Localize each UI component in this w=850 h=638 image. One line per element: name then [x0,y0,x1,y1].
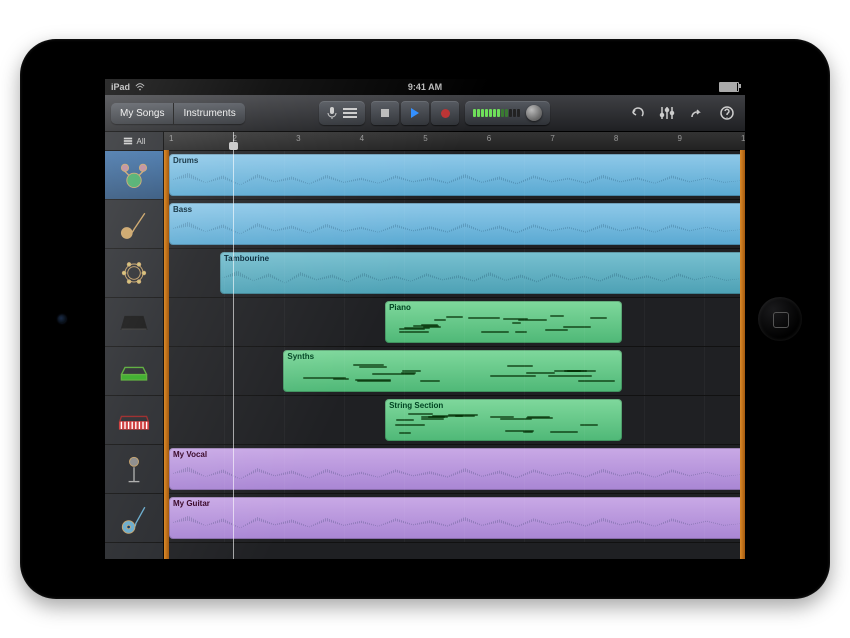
right-rail [740,150,745,559]
piano-icon [115,303,153,341]
volume-knob-icon[interactable] [526,105,542,121]
track-lane[interactable]: Drums [164,151,745,200]
region-label: Drums [173,156,198,165]
region[interactable]: Bass [169,203,745,245]
track-lane[interactable]: Piano [164,298,745,347]
waveform [171,462,745,486]
region[interactable]: String Section [385,399,622,441]
region-label: Bass [173,205,192,214]
drum-kit-icon [115,156,153,194]
front-camera [58,315,66,323]
my-songs-button[interactable]: My Songs [111,103,173,124]
level-meter [473,109,520,117]
carrier-label: iPad [111,82,130,92]
region-label: Synths [287,352,314,361]
tambourine-icon [115,254,153,292]
region[interactable]: Tambourine [220,252,745,294]
region[interactable]: Drums [169,154,745,196]
master-volume[interactable] [465,101,550,125]
workspace: All 12345678910 DrumsBassTambourinePiano… [105,132,745,559]
track-header[interactable] [105,249,163,298]
input-mode[interactable] [319,101,365,125]
track-lane[interactable]: Tambourine [164,249,745,298]
waveform [222,266,745,290]
track-header[interactable] [105,151,163,200]
playhead[interactable] [233,132,234,559]
left-rail [164,150,169,559]
waveform [171,168,745,192]
transport-controls [371,101,459,125]
all-label: All [137,137,146,146]
guitar-icon [115,499,153,537]
ruler-mark: 10 [741,134,745,143]
waveform [171,511,745,535]
track-header[interactable] [105,200,163,249]
mixer-button[interactable] [655,101,679,125]
timeline[interactable]: 12345678910 DrumsBassTambourinePianoSynt… [164,132,745,559]
region-label: Tambourine [224,254,269,263]
app-toolbar: My Songs Instruments [105,95,745,132]
ios-status-bar: iPad 9:41 AM [105,79,745,95]
region-label: String Section [389,401,443,410]
settings-button[interactable] [685,101,709,125]
track-header[interactable] [105,445,163,494]
track-lane[interactable]: Bass [164,200,745,249]
track-lane[interactable]: My Guitar [164,494,745,543]
track-lane[interactable]: Synths [164,347,745,396]
ruler-mark: 4 [360,134,364,143]
region[interactable]: Piano [385,301,622,343]
help-button[interactable] [715,101,739,125]
track-lane[interactable]: String Section [164,396,745,445]
screen: iPad 9:41 AM My Songs Instruments [105,79,745,559]
mic-icon [327,106,337,120]
ruler-mark: 9 [677,134,681,143]
battery-icon [719,82,739,92]
ruler-mark: 7 [550,134,554,143]
bass-guitar-icon [115,205,153,243]
region-label: My Vocal [173,450,207,459]
midi-notes [287,364,617,388]
track-lane[interactable]: My Vocal [164,445,745,494]
stop-button[interactable] [371,101,399,125]
region[interactable]: My Vocal [169,448,745,490]
play-button[interactable] [401,101,429,125]
waveform [171,217,745,241]
ruler[interactable]: 12345678910 [164,132,745,151]
record-button[interactable] [431,101,459,125]
undo-button[interactable] [625,101,649,125]
track-header[interactable] [105,494,163,543]
microphone-icon [115,450,153,488]
nav-segment: My Songs Instruments [111,103,245,124]
region-label: Piano [389,303,411,312]
wifi-icon [135,82,145,92]
synth-icon [115,352,153,390]
track-header[interactable] [105,298,163,347]
ruler-mark: 6 [487,134,491,143]
ruler-mark: 8 [614,134,618,143]
track-header[interactable] [105,396,163,445]
midi-notes [389,315,618,339]
track-filter[interactable]: All [105,132,163,151]
list-icon [343,107,357,119]
ruler-mark: 3 [296,134,300,143]
track-header-column: All [105,132,164,559]
track-header[interactable] [105,347,163,396]
region-label: My Guitar [173,499,210,508]
keyboard-icon [115,401,153,439]
midi-notes [389,413,618,437]
instruments-button[interactable]: Instruments [173,103,244,124]
region[interactable]: My Guitar [169,497,745,539]
ruler-mark: 1 [169,134,173,143]
track-lanes: Drums Bass Tambourine Piano Synths String Sec… [164,151,745,543]
ipad-bezel: iPad 9:41 AM My Songs Instruments [20,39,830,599]
home-button[interactable] [758,297,802,341]
region[interactable]: Synths [283,350,621,392]
clock: 9:41 AM [105,82,745,92]
ruler-mark: 5 [423,134,427,143]
